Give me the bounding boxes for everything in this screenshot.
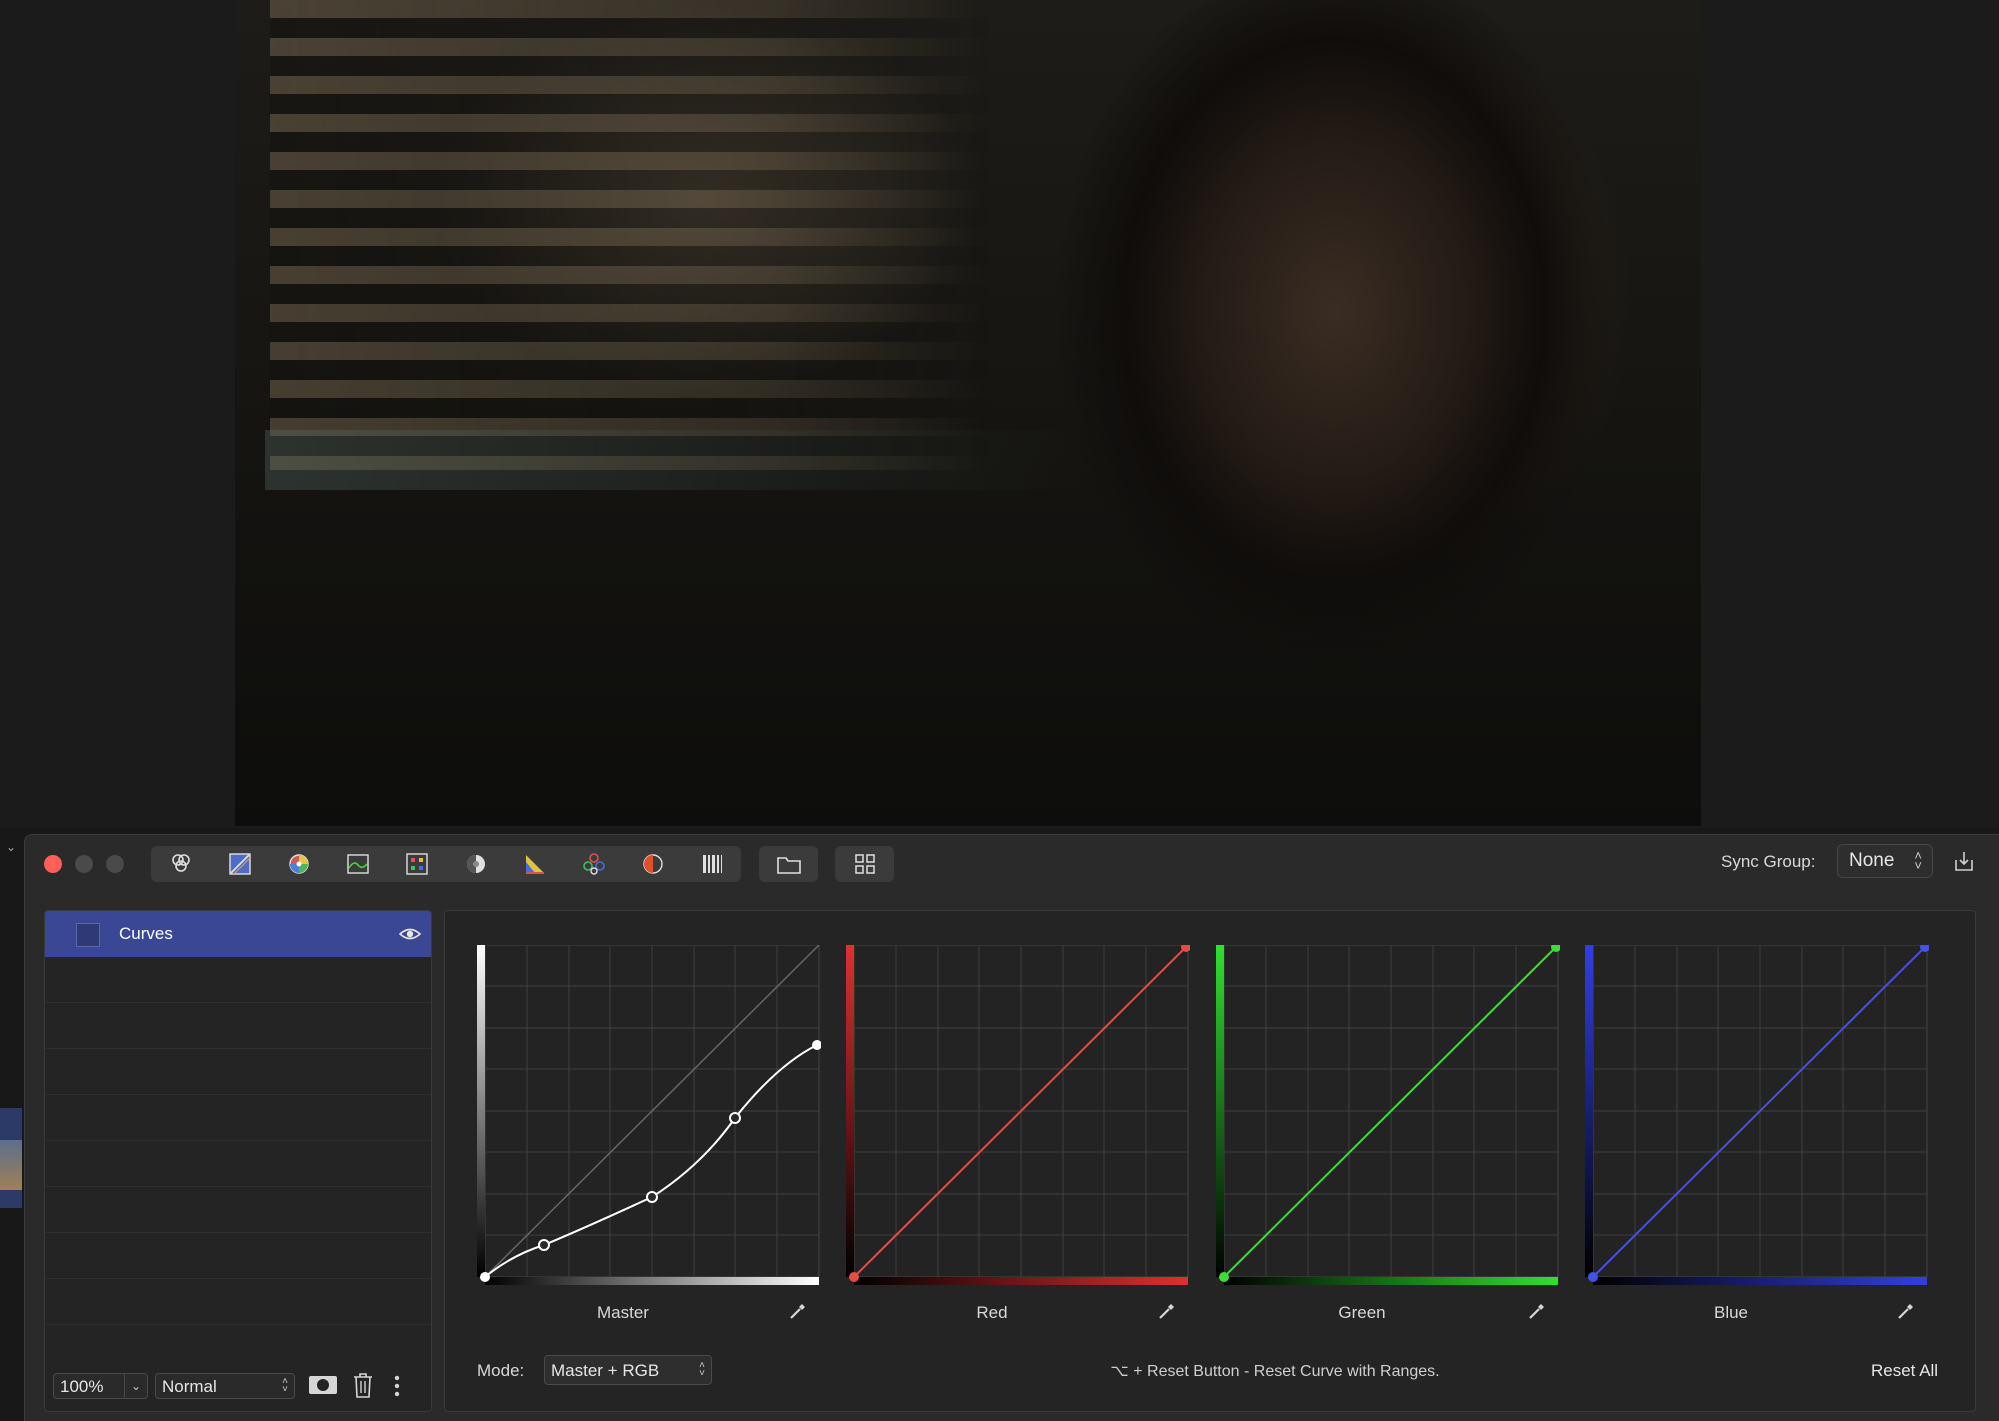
tool-browser[interactable] [759,846,818,882]
tool-color-wheels[interactable] [151,846,210,882]
mode-select[interactable]: Master + RGB ˄ ˅ [544,1355,712,1385]
green-curve-panel [1216,945,1560,1285]
side-clip-thumbnail[interactable] [0,1140,22,1190]
close-window-button[interactable] [44,855,62,873]
color-panel: Sync Group: None ˄ ˅ Curves 100% ⌄ Norma… [24,834,1999,1421]
blend-mode-value: Normal [162,1377,217,1396]
layer-empty-row [45,957,431,1003]
layer-label: Curves [119,924,173,943]
tool-scopes[interactable] [505,846,564,882]
master-curve-panel [477,945,821,1285]
tool-barcode[interactable] [682,846,741,882]
red-curve-graph[interactable] [846,945,1190,1285]
zoom-field[interactable]: 100% ⌄ [53,1373,148,1399]
layer-empty-row [45,1279,431,1325]
exposure-icon [466,855,485,873]
tool-group-grid [835,846,894,882]
layer-empty-row [45,1187,431,1233]
folder-icon [776,857,801,874]
tool-grid[interactable] [835,846,894,882]
color-wheels-icon [171,854,190,872]
sync-group-label: Sync Group: [1721,852,1816,871]
layers-footer: 100% ⌄ Normal ˄ ˅ [45,1362,431,1410]
zoom-window-button[interactable] [106,855,124,873]
barcode-icon [702,855,722,873]
tool-hue-sat[interactable] [269,846,328,882]
tool-exposure[interactable] [446,846,505,882]
eye-icon[interactable] [399,924,421,944]
blue-curve-panel [1585,945,1929,1285]
reset-all-button[interactable]: Reset All [1871,1361,1938,1381]
curves-icon [228,853,251,876]
more-vertical-icon[interactable] [389,1372,405,1400]
chevron-down-icon[interactable]: ⌄ [6,840,16,854]
master-curve-graph[interactable] [477,945,821,1285]
tool-lut[interactable] [387,846,446,882]
tool-color-balance[interactable] [564,846,623,882]
curves-editor: Master Red Green Blue Mode: Master + RGB… [444,910,1976,1412]
tool-contrast[interactable] [623,846,682,882]
chevron-updown-icon: ˄ ˅ [699,1360,705,1379]
minimize-window-button[interactable] [75,855,93,873]
layer-thumbnail [76,923,100,947]
tool-group-browser [759,846,818,882]
tool-curves[interactable] [210,846,269,882]
eyedropper-icon[interactable] [1157,1301,1177,1321]
levels-icon [346,854,369,874]
color-balance-icon [582,853,605,875]
layer-empty-row [45,1003,431,1049]
panel-toolbar: Sync Group: None ˄ ˅ [25,835,1999,891]
lut-icon [405,853,428,875]
contrast-icon [642,854,663,874]
eyedropper-icon[interactable] [1527,1301,1547,1321]
layer-item-curves[interactable]: Curves [45,911,431,957]
hue-sat-icon [288,854,309,874]
blue-curve-label: Blue [1713,1303,1749,1322]
grid-icon [854,854,875,874]
video-frame [235,0,1701,826]
red-curve-panel [846,945,1190,1285]
layer-empty-row [45,1141,431,1187]
sync-group-value: None [1849,850,1895,871]
master-curve-label: Master [597,1303,649,1322]
mode-label: Mode: [477,1361,525,1380]
layer-empty-row [45,1233,431,1279]
frame-window-blinds [270,0,990,470]
eyedropper-icon[interactable] [788,1301,808,1321]
mask-icon[interactable] [308,1373,338,1397]
tool-levels[interactable] [328,846,387,882]
layers-list: Curves 100% ⌄ Normal ˄ ˅ [44,910,432,1412]
blend-mode-select[interactable]: Normal ˄ ˅ [155,1373,295,1399]
layer-empty-row [45,1049,431,1095]
frame-subject [1015,0,1655,826]
chevron-down-icon[interactable]: ⌄ [124,1374,147,1398]
tool-group-main [151,846,741,882]
green-curve-graph[interactable] [1216,945,1560,1285]
export-icon[interactable] [1951,848,1977,874]
red-curve-label: Red [976,1303,1008,1322]
eyedropper-icon[interactable] [1896,1301,1916,1321]
scopes-icon [525,855,544,874]
reset-hint-text: ⌥ + Reset Button - Reset Curve with Rang… [1110,1363,1440,1380]
frame-window-sill [265,430,1085,490]
sync-group-select[interactable]: None ˄ ˅ [1837,844,1933,878]
trash-icon[interactable] [351,1371,375,1399]
layer-empty-row [45,1095,431,1141]
chevron-updown-icon: ˄ ˅ [1914,848,1922,873]
mode-value: Master + RGB [551,1361,660,1380]
green-curve-label: Green [1338,1303,1386,1322]
chevron-updown-icon: ˄ ˅ [282,1376,288,1395]
blue-curve-graph[interactable] [1585,945,1929,1285]
zoom-value: 100% [60,1377,104,1396]
